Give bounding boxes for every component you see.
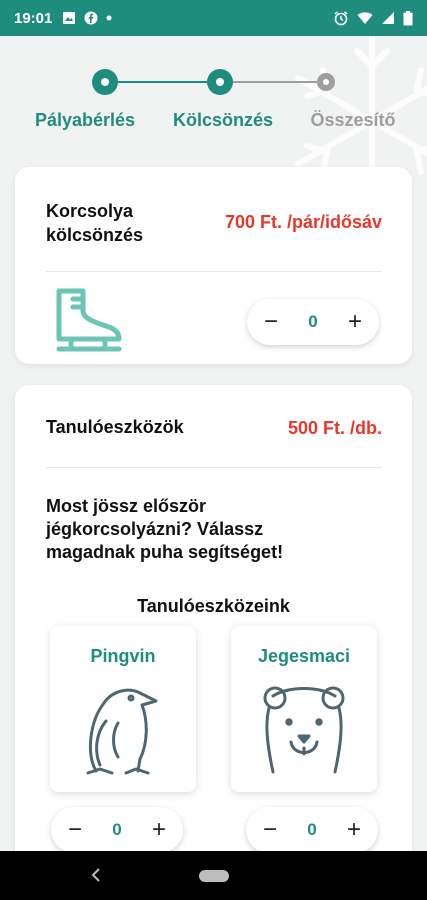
skate-rental-title: Korcsolya kölcsönzés bbox=[46, 199, 143, 247]
skate-decrement-button[interactable]: − bbox=[261, 310, 281, 334]
step-label-osszesito[interactable]: Összesítő bbox=[310, 110, 395, 131]
tool-card-jegesmaci[interactable]: Jegesmaci bbox=[231, 626, 377, 792]
learning-tools-title: Tanulóeszközök bbox=[46, 417, 184, 437]
skate-increment-button[interactable]: + bbox=[345, 310, 365, 334]
back-icon[interactable] bbox=[89, 865, 103, 890]
skate-rental-title-line1: Korcsolya bbox=[46, 201, 134, 221]
pingvin-quantity-stepper[interactable]: − 0 + bbox=[51, 807, 183, 851]
home-icon[interactable] bbox=[199, 870, 229, 882]
skate-icon bbox=[56, 288, 122, 352]
learning-tools-card: Tanulóeszközök 500 Ft. /db. Most jössz e… bbox=[15, 385, 412, 851]
wifi-icon bbox=[357, 11, 373, 25]
status-time: 19:01 bbox=[14, 9, 53, 27]
prompt-line2: jégkorcsolyázni? Válassz bbox=[46, 519, 264, 539]
bear-icon bbox=[263, 686, 345, 774]
jegesmaci-quantity-stepper[interactable]: − 0 + bbox=[246, 807, 378, 851]
step-dot-kolcsonzes[interactable] bbox=[207, 69, 233, 95]
step-connector-done bbox=[118, 81, 208, 83]
tools-section-title: Tanulóeszközeink bbox=[137, 596, 290, 616]
main-content[interactable]: Pályabérlés Kölcsönzés Összesítő Korcsol… bbox=[0, 36, 427, 851]
prompt-line1: Most jössz először bbox=[46, 496, 207, 516]
step-dot-osszesito[interactable] bbox=[317, 73, 335, 91]
jegesmaci-increment-button[interactable]: + bbox=[344, 818, 364, 842]
facebook-icon bbox=[84, 11, 98, 25]
system-nav-bar bbox=[0, 851, 427, 900]
learning-tools-prompt: Most jössz először jégkorcsolyázni? Vála… bbox=[46, 495, 283, 564]
step-dot-palyaberles[interactable] bbox=[92, 69, 118, 95]
notification-dot-icon bbox=[106, 15, 112, 21]
skate-quantity-value: 0 bbox=[308, 312, 318, 331]
learning-tools-price: 500 Ft. /db. bbox=[287, 418, 382, 438]
pingvin-increment-button[interactable]: + bbox=[149, 818, 169, 842]
skate-rental-title-line2: kölcsönzés bbox=[46, 225, 144, 245]
progress-stepper: Pályabérlés Kölcsönzés Összesítő bbox=[0, 36, 427, 166]
step-connector-pending bbox=[233, 81, 317, 83]
divider bbox=[46, 271, 382, 272]
jegesmaci-quantity-value: 0 bbox=[307, 820, 317, 839]
image-icon bbox=[62, 11, 76, 25]
step-label-kolcsonzes[interactable]: Kölcsönzés bbox=[173, 110, 273, 131]
tool-name-jegesmaci: Jegesmaci bbox=[257, 646, 351, 666]
alarm-icon bbox=[333, 10, 349, 26]
tool-card-pingvin[interactable]: Pingvin bbox=[50, 626, 196, 792]
divider bbox=[46, 467, 382, 468]
skate-rental-price: 700 Ft. /pár/idősáv bbox=[224, 212, 382, 232]
pingvin-decrement-button[interactable]: − bbox=[65, 818, 85, 842]
step-label-palyaberles[interactable]: Pályabérlés bbox=[35, 110, 135, 131]
tool-name-pingvin: Pingvin bbox=[90, 646, 156, 666]
pingvin-quantity-value: 0 bbox=[112, 820, 122, 839]
jegesmaci-decrement-button[interactable]: − bbox=[260, 818, 280, 842]
penguin-icon bbox=[86, 688, 158, 775]
status-bar: 19:01 bbox=[0, 0, 427, 36]
skate-rental-card: Korcsolya kölcsönzés 700 Ft. /pár/idősáv… bbox=[15, 167, 412, 364]
signal-icon bbox=[381, 11, 395, 25]
prompt-line3: magadnak puha segítséget! bbox=[46, 542, 284, 562]
battery-icon bbox=[403, 10, 413, 26]
skate-quantity-stepper[interactable]: − 0 + bbox=[247, 299, 379, 345]
